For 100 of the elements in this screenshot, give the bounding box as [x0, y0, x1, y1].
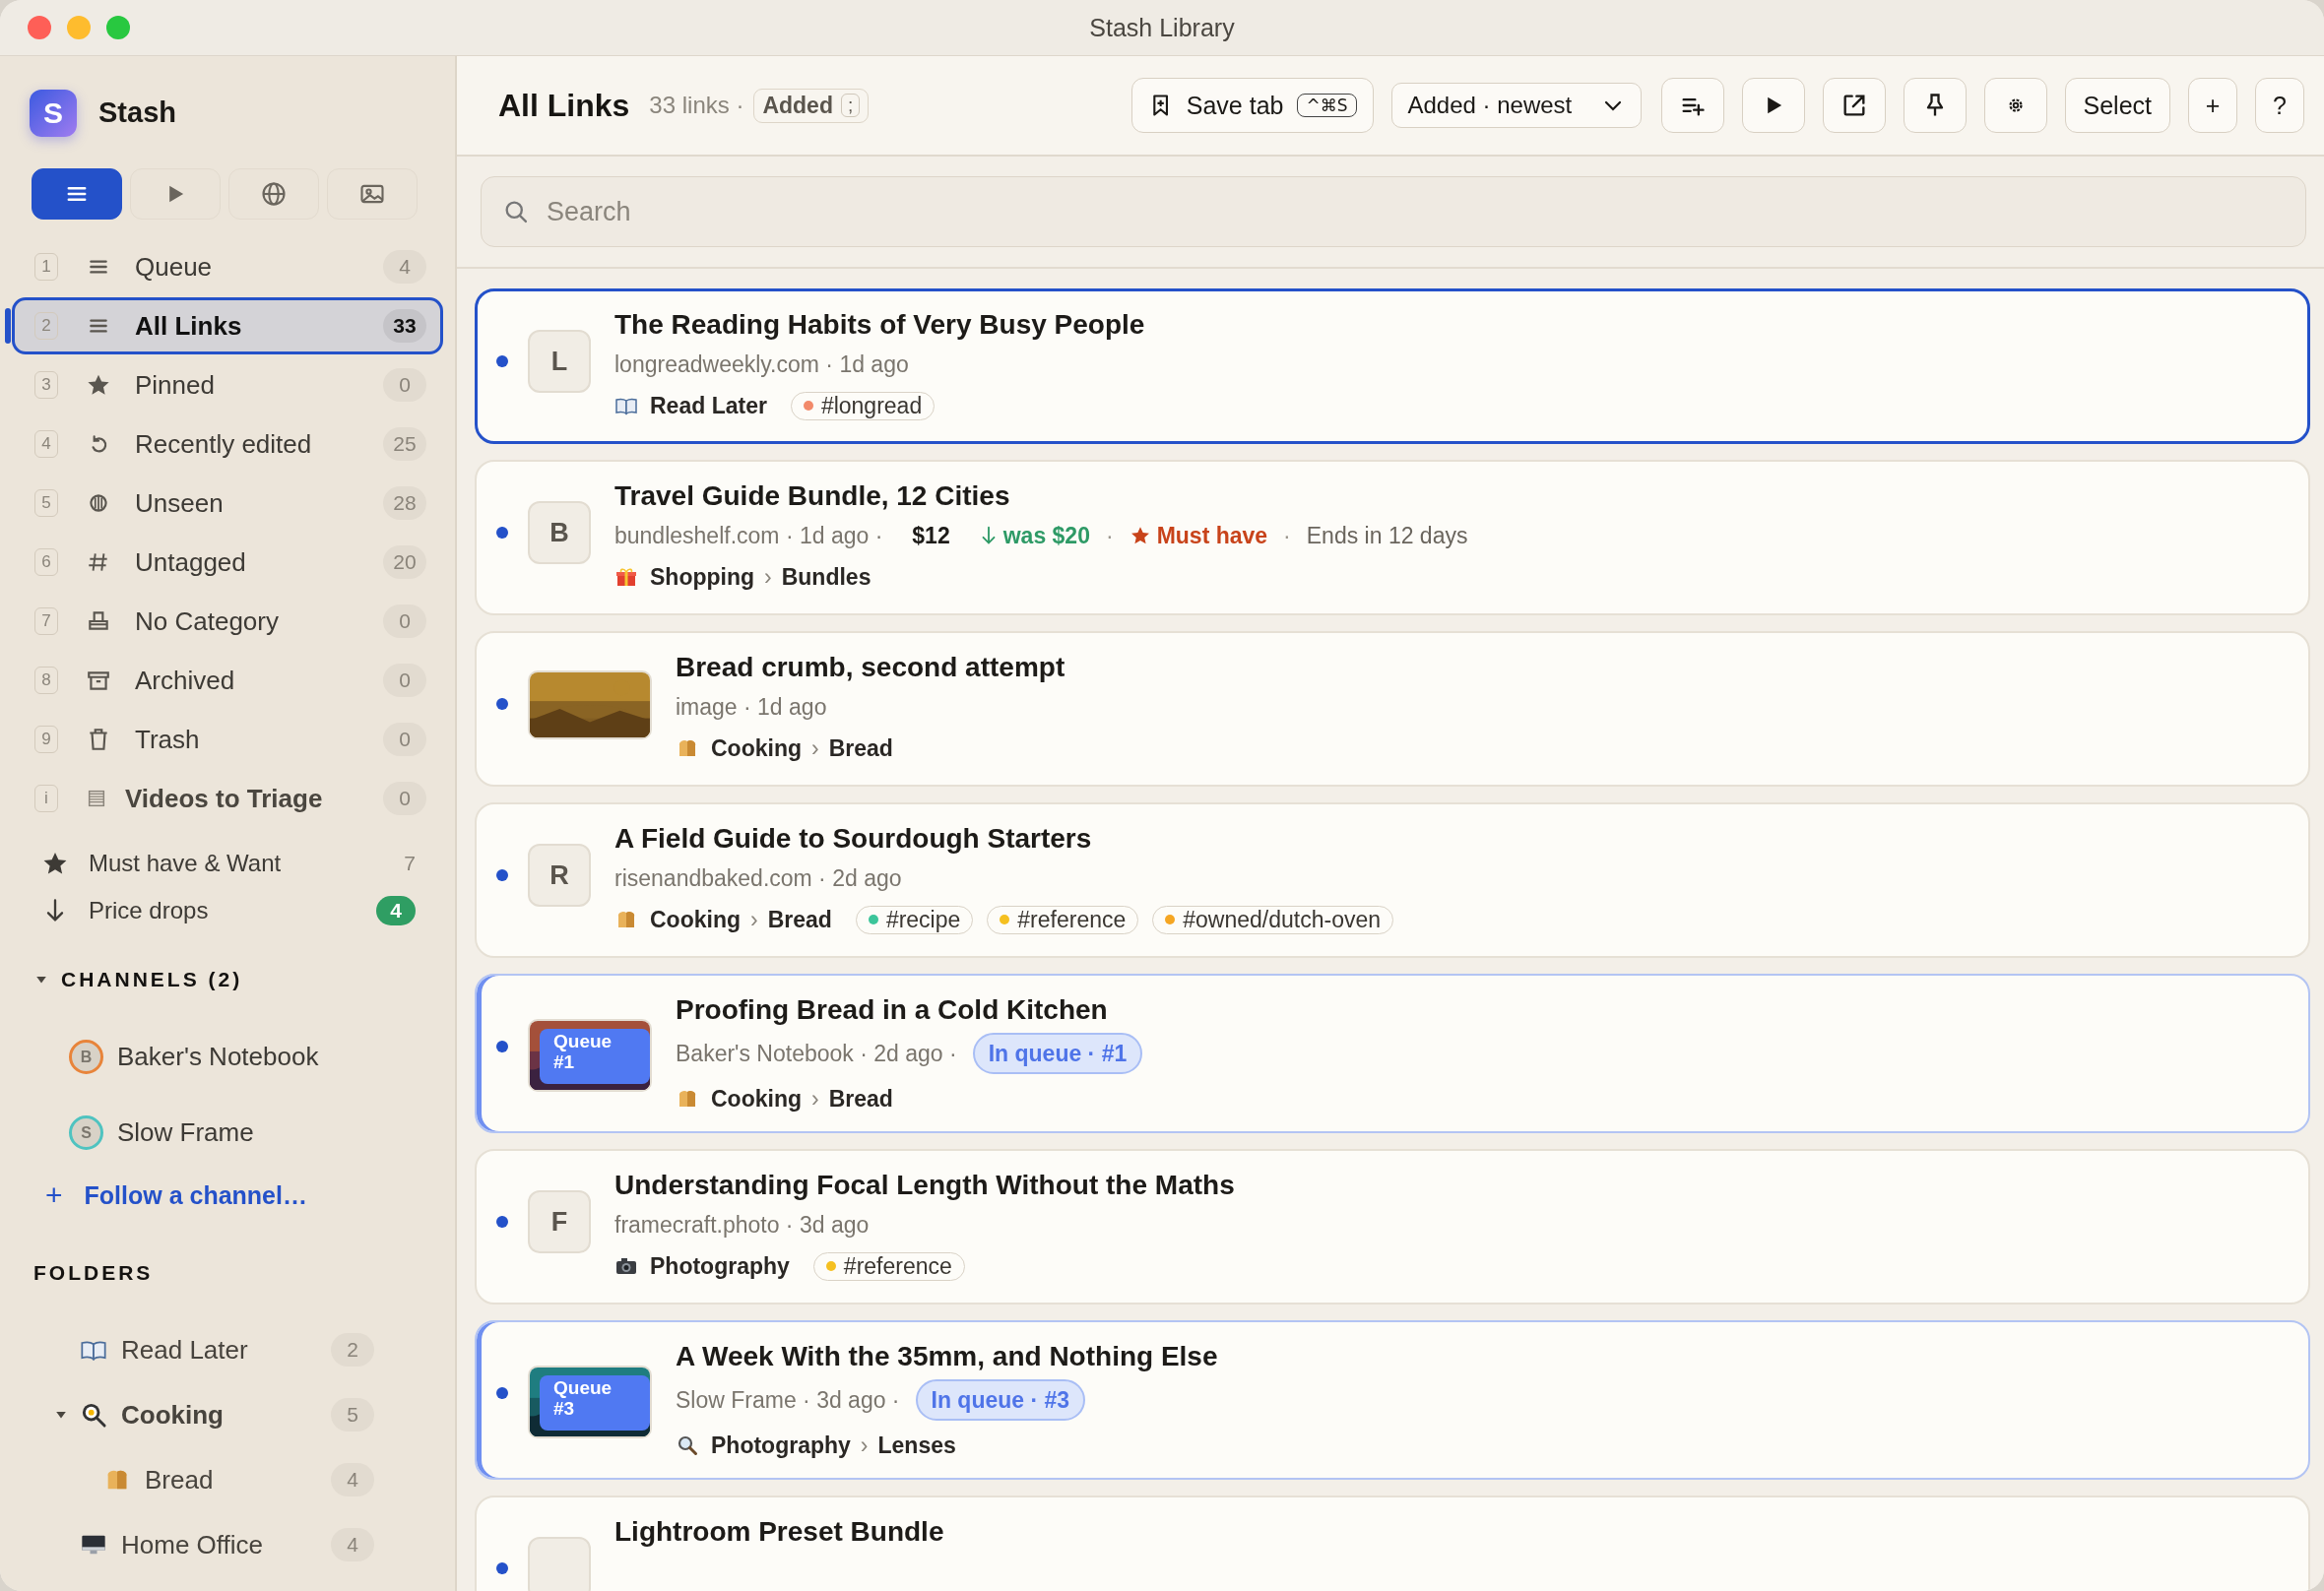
- channel-item[interactable]: S Slow Frame: [0, 1095, 455, 1171]
- folder-label[interactable]: Photography: [711, 1429, 851, 1462]
- sidebar-label: Untagged: [135, 546, 246, 578]
- search-field[interactable]: Search: [481, 176, 2306, 247]
- follow-channel-link[interactable]: + Follow a channel…: [0, 1171, 455, 1220]
- sort-dropdown[interactable]: Added · newest: [1390, 83, 1642, 128]
- folder-label[interactable]: Bread: [828, 1082, 893, 1115]
- sidebar-item[interactable]: 5 Unseen 28: [12, 475, 443, 532]
- link-meta: framecraft.photo · 3d ago: [614, 1211, 870, 1240]
- folder-name: Cooking: [121, 1399, 224, 1431]
- link-card[interactable]: Bread crumb, second attempt image · 1d ago Cooking › Bread: [475, 631, 2310, 787]
- count-badge: 4: [376, 896, 416, 925]
- count-badge: 4: [331, 1463, 374, 1496]
- shortcut-key: i: [34, 785, 58, 812]
- link-card[interactable]: Lightroom Preset Bundle: [475, 1496, 2310, 1591]
- folder-label[interactable]: Cooking: [711, 732, 802, 765]
- link-card[interactable]: R A Field Guide to Sourdough Starters risenandbaked.com · 2d ago Cooking › Bread #recipe #reference #owned/dutch-oven: [475, 802, 2310, 958]
- shortcut-key: 5: [34, 489, 58, 517]
- sidebar-item[interactable]: 9 Trash 0: [12, 711, 443, 768]
- count-badge: 0: [383, 782, 426, 815]
- toolbar-button[interactable]: +: [2188, 78, 2237, 133]
- sidebar-item[interactable]: 6 Untagged 20: [12, 534, 443, 591]
- separator: ·: [1105, 522, 1114, 550]
- folder-item[interactable]: Read Later 2: [0, 1317, 374, 1382]
- folder-label[interactable]: Shopping: [650, 560, 755, 594]
- link-title[interactable]: Travel Guide Bundle, 12 Cities: [614, 479, 1468, 513]
- count-label: 7: [404, 852, 416, 875]
- settings-button[interactable]: [1983, 78, 2047, 133]
- folder-label[interactable]: Bread: [767, 903, 832, 936]
- link-card[interactable]: Queue #1 Proofing Bread in a Cold Kitchen Baker's Notebook · 2d ago · In queue · #1 Cooking › Bread: [475, 974, 2310, 1133]
- sidebar-item[interactable]: 4 Recently edited 25: [12, 415, 443, 473]
- link-title[interactable]: Understanding Focal Length Without the Maths: [614, 1169, 1235, 1202]
- smart-list-item[interactable]: Must have & Want 7: [0, 840, 455, 887]
- stripes-icon: [86, 788, 107, 809]
- link-card[interactable]: B Travel Guide Bundle, 12 Cities bundleshelf.com · 1d ago · $12 was $20 · Must have · Ends in 12 days Shopping › Bundles: [475, 460, 2310, 615]
- link-title[interactable]: Bread crumb, second attempt: [676, 651, 1065, 684]
- sidebar-item[interactable]: i Videos to Triage 0: [12, 770, 443, 827]
- section-header: CHANNELS (2): [61, 968, 243, 991]
- link-title[interactable]: The Reading Habits of Very Busy People: [614, 308, 1145, 342]
- sidebar-label: Recently edited: [135, 428, 312, 460]
- link-title[interactable]: Proofing Bread in a Cold Kitchen: [676, 993, 1143, 1027]
- folder-item[interactable]: Home Office 4: [0, 1512, 374, 1577]
- folder-label[interactable]: Photography: [650, 1249, 790, 1283]
- queue-pill: In queue · #3: [915, 1379, 1086, 1421]
- sidebar-label: Pinned: [135, 369, 215, 401]
- link-meta: Baker's Notebook · 2d ago ·: [676, 1040, 957, 1068]
- section-header: FOLDERS: [32, 1260, 155, 1286]
- folder-label[interactable]: Lenses: [877, 1429, 956, 1462]
- smart-list-label: Must have & Want: [89, 850, 282, 877]
- pin-button[interactable]: [1903, 78, 1967, 133]
- link-title[interactable]: A Field Guide to Sourdough Starters: [614, 822, 1394, 856]
- sidebar-item[interactable]: 1 Queue 4: [12, 238, 443, 295]
- sidebar-label: Archived: [135, 665, 235, 696]
- count-badge: 20: [383, 545, 426, 579]
- sidebar-label: Videos to Triage: [125, 783, 323, 814]
- sidebar-label: Unseen: [135, 487, 224, 519]
- sidebar-item[interactable]: 3 Pinned 0: [12, 356, 443, 414]
- site-tile: [528, 1537, 591, 1591]
- sidebar-item[interactable]: 8 Archived 0: [12, 652, 443, 709]
- link-title[interactable]: Lightroom Preset Bundle: [614, 1515, 944, 1549]
- smart-list-item[interactable]: Price drops 4: [0, 887, 455, 934]
- toolbar-button[interactable]: Select: [2064, 78, 2170, 133]
- folder-label[interactable]: Cooking: [711, 1082, 802, 1115]
- channel-item[interactable]: B Baker's Notebook: [0, 1019, 455, 1095]
- save-tab-button[interactable]: Save tab ^⌘S: [1130, 78, 1374, 133]
- link-card[interactable]: F Understanding Focal Length Without the Maths framecraft.photo · 3d ago Photography #reference: [475, 1149, 2310, 1305]
- folder-label[interactable]: Bread: [828, 732, 893, 765]
- link-title[interactable]: A Week With the 35mm, and Nothing Else: [676, 1340, 1218, 1373]
- caret-icon[interactable]: [35, 974, 47, 986]
- view-tab[interactable]: [32, 168, 122, 220]
- count-badge: 33: [383, 309, 426, 343]
- shortcut-key: 3: [34, 371, 58, 399]
- sort-chip[interactable]: Added ;: [753, 88, 870, 123]
- count-badge: 28: [383, 486, 426, 520]
- link-meta: image · 1d ago: [676, 693, 827, 722]
- external-link-button[interactable]: [1822, 78, 1886, 133]
- price: $12: [912, 522, 950, 550]
- folder-label[interactable]: Cooking: [650, 903, 741, 936]
- list-add-button[interactable]: [1660, 78, 1724, 133]
- link-meta: risenandbaked.com · 2d ago: [614, 864, 902, 893]
- toolbar-button[interactable]: ?: [2255, 78, 2304, 133]
- play-button[interactable]: [1741, 78, 1805, 133]
- folder-item[interactable]: Cooking 5: [0, 1382, 374, 1447]
- link-card[interactable]: Queue #3 A Week With the 35mm, and Nothing Else Slow Frame · 3d ago · In queue · #3 Photography › Lenses: [475, 1320, 2310, 1480]
- page-title: All Links: [498, 87, 630, 124]
- breadcrumb-separator: ›: [764, 563, 772, 592]
- shortcut-key: 4: [34, 430, 58, 458]
- close-button[interactable]: [28, 16, 51, 39]
- smart-list-label: Price drops: [89, 897, 209, 924]
- link-card[interactable]: L The Reading Habits of Very Busy People longreadweekly.com · 1d ago Read Later #longread: [475, 288, 2310, 444]
- folder-item[interactable]: Bread 4: [0, 1447, 374, 1512]
- sidebar-item[interactable]: 7 No Category 0: [12, 593, 443, 650]
- shortcut-key: 9: [34, 726, 58, 753]
- caret-icon[interactable]: [55, 1409, 67, 1421]
- window-title: Stash Library: [1089, 13, 1235, 41]
- folder-label[interactable]: Read Later: [650, 389, 767, 422]
- site-initial: L: [528, 330, 591, 393]
- folder-label[interactable]: Bundles: [781, 560, 872, 594]
- shortcut-key: ^⌘S: [1297, 94, 1357, 117]
- deal-note: Ends in 12 days: [1306, 522, 1468, 550]
